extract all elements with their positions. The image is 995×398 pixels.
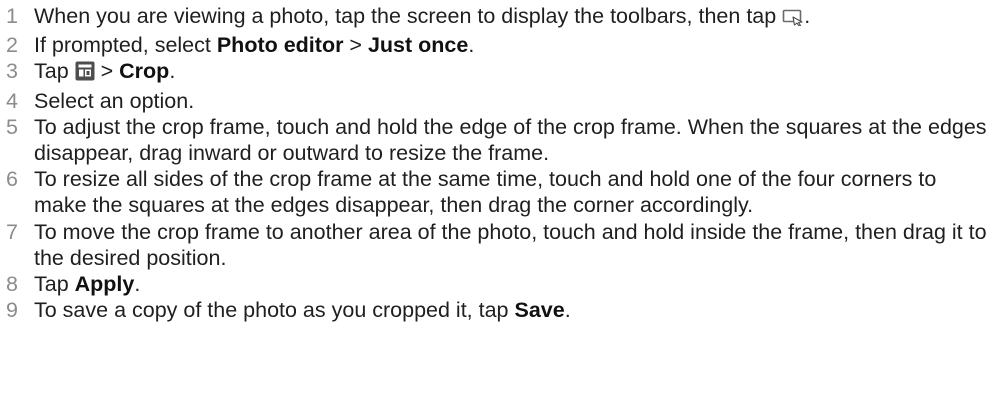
step-text: To adjust the crop frame, touch and hold… [34, 114, 987, 166]
step-text-part: If prompted, select [34, 33, 217, 58]
step-text-part: . [134, 272, 141, 297]
step-number: 5 [6, 114, 18, 139]
bold-term-save: Save [514, 298, 565, 323]
step-3: 3 Tap > Crop. [0, 58, 995, 87]
instruction-steps-list: 1 When you are viewing a photo, tap the … [0, 0, 995, 398]
step-text-part: . [804, 4, 811, 28]
step-text-part: To save a copy of the photo as you cropp… [34, 298, 515, 323]
step-number: 1 [6, 4, 18, 28]
step-text-part: Tap [34, 272, 75, 297]
step-text-part: . [169, 59, 176, 84]
bold-term-apply: Apply [74, 272, 135, 297]
step-text: If prompted, select Photo editor > Just … [34, 32, 995, 58]
step-text-part: . [564, 298, 571, 323]
step-number: 8 [6, 272, 18, 297]
step-number: 6 [6, 167, 18, 192]
step-number: 7 [6, 219, 18, 244]
step-text: Tap > Crop. [34, 58, 995, 87]
step-8: 8 Tap Apply. [0, 271, 995, 297]
step-number: 2 [6, 33, 18, 58]
step-number: 9 [6, 298, 18, 323]
step-2: 2 If prompted, select Photo editor > Jus… [0, 32, 995, 58]
step-number: 3 [6, 59, 18, 84]
step-4: 4 Select an option. [0, 88, 995, 114]
step-text-part: . [468, 33, 475, 58]
bold-term-just-once: Just once [367, 33, 469, 58]
step-text: To move the crop frame to another area o… [34, 219, 987, 270]
step-text: To save a copy of the photo as you cropp… [34, 297, 995, 323]
crop-tools-icon [75, 61, 95, 87]
step-1: 1 When you are viewing a photo, tap the … [0, 3, 995, 32]
step-5: 5 To adjust the crop frame, touch and ho… [0, 114, 995, 166]
step-text: Select an option. [34, 88, 195, 113]
step-text-part: Tap [34, 59, 75, 84]
step-text-part: When you are viewing a photo, tap the sc… [34, 4, 783, 28]
step-9: 9 To save a copy of the photo as you cro… [0, 297, 995, 323]
step-text-part: > [343, 33, 368, 58]
step-text: When you are viewing a photo, tap the sc… [34, 3, 995, 32]
edit-photo-icon [782, 6, 804, 32]
step-7: 7 To move the crop frame to another area… [0, 219, 995, 271]
step-number: 4 [6, 88, 18, 113]
step-text: Tap Apply. [34, 271, 995, 297]
bold-term-crop: Crop [119, 59, 170, 84]
step-6: 6 To resize all sides of the crop frame … [0, 166, 995, 218]
step-text: To resize all sides of the crop frame at… [34, 167, 937, 218]
step-text-part: > [94, 59, 120, 84]
bold-term-photo-editor: Photo editor [216, 33, 344, 58]
